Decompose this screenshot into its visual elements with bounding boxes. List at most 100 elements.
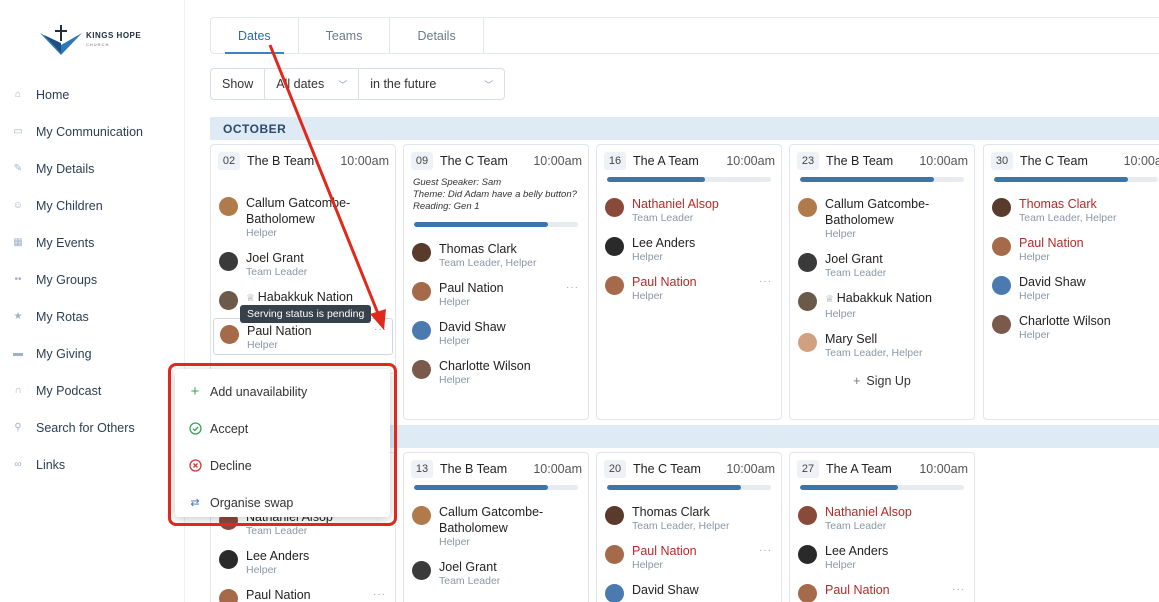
person-item[interactable]: Joel Grant Team Leader	[211, 250, 395, 279]
more-options-icon[interactable]: ···	[566, 282, 579, 293]
sidebar-item-my-details[interactable]: ✎ My Details	[0, 150, 185, 187]
more-options-icon[interactable]: ···	[952, 584, 965, 595]
avatar	[219, 291, 238, 310]
service-time: 10:00am	[533, 154, 582, 168]
sidebar-item-my-events[interactable]: ▦ My Events	[0, 224, 185, 261]
person-role: Team Leader	[825, 520, 887, 532]
sidebar-item-home[interactable]: ⌂ Home	[0, 76, 185, 113]
team-name: The A Team	[826, 462, 892, 476]
more-options-icon[interactable]: ···	[374, 324, 387, 335]
dates-select[interactable]: All dates ﹀	[265, 69, 360, 99]
person-item[interactable]: Lee Anders Helper	[211, 548, 395, 577]
rota-card[interactable]: 16 The A Team 10:00am Nathaniel Alsop Tea…	[596, 144, 782, 420]
person-name: David Shaw	[632, 583, 699, 597]
sidebar-item-search-for-others[interactable]: ⚲ Search for Others	[0, 409, 185, 446]
tab-label: Teams	[325, 28, 363, 43]
person-item[interactable]: Paul Nation Helper	[984, 235, 1159, 264]
person-item[interactable]: Thomas Clark Team Leader, Helper	[597, 504, 781, 533]
range-select[interactable]: in the future ﹀	[359, 69, 504, 99]
progress-fill	[607, 177, 706, 182]
rota-card[interactable]: 23 The B Team 10:00am Callum Gatcombe-Ba…	[789, 144, 975, 420]
rota-card[interactable]: 13 The B Team 10:00am Callum Gatcombe-Ba…	[403, 452, 589, 602]
group-icon: ••	[14, 274, 22, 285]
person-item[interactable]: Paul Nation ···	[211, 587, 395, 602]
person-name: Mary Sell	[825, 332, 878, 346]
person-item[interactable]: David Shaw Helper	[984, 274, 1159, 303]
sidebar-item-my-rotas[interactable]: ★ My Rotas	[0, 298, 185, 335]
more-options-icon[interactable]: ···	[373, 589, 386, 600]
person-name: Charlotte Wilson	[1019, 314, 1111, 328]
person-item[interactable]: ♕ Habakkuk Nation Helper	[790, 290, 974, 321]
person-role: Helper	[825, 308, 856, 320]
person-item[interactable]: Thomas Clark Team Leader, Helper	[984, 196, 1159, 225]
person-item[interactable]: Callum Gatcombe-Batholomew Helper	[211, 195, 395, 240]
person-item[interactable]: David Shaw Helper	[404, 319, 588, 348]
note-line: Guest Speaker: Sam	[413, 177, 502, 188]
accept-menu-item[interactable]: Accept	[175, 410, 390, 447]
person-role: Team Leader	[825, 267, 887, 279]
sidebar-item-label: My Communication	[36, 124, 143, 139]
avatar	[412, 321, 431, 340]
sidebar-item-links[interactable]: ∞ Links	[0, 446, 185, 483]
person-item[interactable]: Nathaniel Alsop Team Leader	[597, 196, 781, 225]
person-item[interactable]: Callum Gatcombe-Batholomew Helper	[790, 196, 974, 241]
person-item[interactable]: Charlotte Wilson Helper	[984, 313, 1159, 342]
person-item[interactable]: Paul Nation Helper ···	[404, 280, 588, 309]
sidebar-item-my-communication[interactable]: ▭ My Communication	[0, 113, 185, 150]
person-item[interactable]: Charlotte Wilson Helper	[404, 358, 588, 387]
progress-fill	[414, 222, 549, 227]
person-item[interactable]: Callum Gatcombe-Batholomew Helper	[404, 504, 588, 549]
person-role: Team Leader, Helper	[632, 520, 730, 532]
tab-dates[interactable]: Dates	[211, 18, 299, 54]
progress-fill	[414, 485, 549, 490]
logo-mark-icon	[40, 25, 82, 55]
progress-fill	[994, 177, 1129, 182]
person-item[interactable]: David Shaw	[597, 582, 781, 602]
sign-up-button[interactable]: + Sign Up	[790, 374, 974, 388]
star-icon: ★	[13, 311, 23, 322]
rota-card[interactable]: 30 The C Team 10:00ar Thomas ClarkTeam L…	[983, 144, 1159, 420]
person-item-selected[interactable]: Paul Nation Helper ···	[213, 318, 393, 355]
sidebar-item-my-giving[interactable]: ▬ My Giving	[0, 335, 185, 372]
avatar	[219, 550, 238, 569]
rota-card[interactable]: 09 The C Team 10:00am Guest Speaker: Sam…	[403, 144, 589, 420]
decline-menu-item[interactable]: Decline	[175, 447, 390, 484]
church-logo[interactable]: KINGS HOPE CHURCH	[40, 25, 141, 55]
sidebar-item-label: Links	[36, 457, 66, 472]
sidebar-item-my-groups[interactable]: •• My Groups	[0, 261, 185, 298]
person-item[interactable]: Lee Anders Helper	[597, 235, 781, 264]
person-item[interactable]: Lee Anders Helper	[790, 543, 974, 572]
avatar	[798, 253, 817, 272]
person-name: ♕ Habakkuk Nation	[825, 290, 966, 308]
rota-progress-bar	[414, 222, 578, 227]
person-item[interactable]: Joel Grant Team Leader	[790, 251, 974, 280]
rota-card[interactable]: 20 The C Team 10:00am Thomas Clark Team L…	[596, 452, 782, 602]
progress-fill	[800, 177, 935, 182]
sidebar-item-label: My Giving	[36, 346, 92, 361]
sidebar-item-my-podcast[interactable]: ∩ My Podcast	[0, 372, 185, 409]
team-name: The C Team	[633, 462, 701, 476]
more-options-icon[interactable]: ···	[759, 545, 772, 556]
more-options-icon[interactable]: ···	[759, 276, 772, 287]
person-item[interactable]: Joel Grant Team Leader	[404, 559, 588, 588]
person-item[interactable]: Thomas Clark Team Leader, Helper	[404, 241, 588, 270]
person-name-text: Habakkuk Nation	[836, 291, 932, 305]
team-name: The A Team	[633, 154, 699, 168]
note-line: Theme: Did Adam have a belly button?	[413, 189, 577, 200]
person-item[interactable]: Mary Sell Team Leader, Helper	[790, 331, 974, 360]
person-role: Helper	[439, 536, 470, 548]
dates-select-value: All dates	[276, 77, 325, 91]
person-item[interactable]: Paul Nation ···	[790, 582, 974, 602]
person-item[interactable]: Paul Nation Helper ···	[597, 274, 781, 303]
person-item[interactable]: Paul Nation Helper ···	[597, 543, 781, 572]
person-item[interactable]: Nathaniel Alsop Team Leader	[790, 504, 974, 533]
sidebar-item-my-children[interactable]: ☺ My Children	[0, 187, 185, 224]
rota-card[interactable]: 27 The A Team 10:00am Nathaniel Alsop Tea…	[789, 452, 975, 602]
rota-card[interactable]: 02 The B Team 10:00am Callum Gatcombe-Ba…	[210, 144, 396, 374]
tab-details[interactable]: Details	[390, 18, 484, 53]
add-unavailability-menu-item[interactable]: + Add unavailability	[175, 373, 390, 410]
organise-swap-menu-item[interactable]: ⇄ Organise swap	[175, 484, 390, 521]
sidebar-item-label: My Podcast	[36, 383, 102, 398]
avatar	[605, 237, 624, 256]
tab-teams[interactable]: Teams	[299, 18, 391, 53]
